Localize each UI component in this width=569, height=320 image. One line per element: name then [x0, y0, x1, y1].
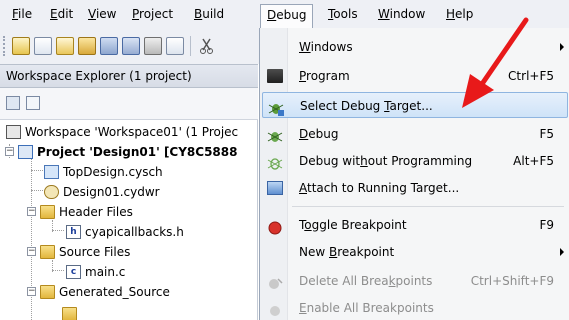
expand-project-toggle[interactable]: −: [5, 147, 14, 156]
print-icon[interactable]: [144, 37, 162, 55]
folder-icon: [62, 306, 77, 320]
workspace-explorer-title: Workspace Explorer (1 project): [0, 64, 258, 88]
collapse-icon[interactable]: [26, 96, 40, 110]
toolbar-grip[interactable]: [3, 36, 6, 56]
tree-source-files[interactable]: Source Files: [40, 242, 130, 262]
menu-debug[interactable]: Debug: [260, 4, 314, 29]
menu-item-debug[interactable]: Debug F5: [262, 121, 568, 147]
bug-outline-icon: [267, 154, 283, 170]
submenu-arrow-icon: [560, 248, 564, 256]
workspace-explorer-toolbar: [0, 88, 258, 120]
design-wide-resources-icon: [44, 184, 59, 199]
menu-bar: File Edit View Project Build Debug Tools…: [0, 0, 569, 29]
program-chip-icon: [267, 69, 283, 83]
cut-icon[interactable]: [198, 37, 216, 55]
menu-edit[interactable]: Edit: [44, 4, 79, 26]
debug-target-icon: [268, 99, 284, 116]
menu-view[interactable]: View: [82, 4, 122, 26]
open-icon[interactable]: [56, 37, 74, 55]
enable-breakpoints-icon: [267, 301, 283, 316]
tree-topdesign[interactable]: TopDesign.cysch: [44, 162, 163, 182]
submenu-arrow-icon: [560, 43, 564, 51]
menu-item-toggle-breakpoint[interactable]: Toggle Breakpoint F9: [262, 212, 568, 238]
workspace-tree: Workspace 'Workspace01' (1 Projec − Proj…: [0, 120, 258, 320]
menu-separator: [292, 206, 564, 207]
folder-icon: [40, 284, 55, 299]
header-file-icon: h: [66, 224, 81, 239]
tree-main-c[interactable]: c main.c: [66, 262, 125, 282]
new-project-icon[interactable]: [12, 37, 30, 55]
print-preview-icon[interactable]: [166, 37, 184, 55]
bug-icon: [267, 127, 283, 142]
breakpoint-icon: [267, 218, 283, 235]
menu-window[interactable]: Window: [372, 4, 431, 26]
c-file-icon: c: [66, 264, 81, 279]
menu-tools[interactable]: Tools: [322, 4, 364, 26]
menu-item-windows[interactable]: Windows: [262, 34, 568, 60]
menu-item-attach-to-running-target[interactable]: Attach to Running Target...: [262, 175, 568, 201]
menu-item-delete-all-breakpoints: Delete All Breakpoints Ctrl+Shift+F9: [262, 268, 568, 294]
expand-header-files-toggle[interactable]: −: [27, 207, 36, 216]
schematic-icon: [44, 164, 59, 179]
open-folder-icon[interactable]: [78, 37, 96, 55]
expand-generated-source-toggle[interactable]: −: [27, 287, 36, 296]
delete-breakpoints-icon: [267, 274, 283, 289]
new-file-icon[interactable]: [34, 37, 52, 55]
folder-icon: [40, 204, 55, 219]
project-icon: [18, 144, 33, 159]
properties-icon[interactable]: [6, 96, 20, 110]
expand-source-files-toggle[interactable]: −: [27, 247, 36, 256]
menu-build[interactable]: Build: [188, 4, 230, 26]
folder-icon: [40, 244, 55, 259]
menu-item-enable-all-breakpoints: Enable All Breakpoints: [262, 295, 568, 320]
tree-project[interactable]: Project 'Design01' [CY8C5888: [18, 142, 237, 162]
debug-menu: Windows Program Ctrl+F5 Select Debug Tar…: [259, 28, 569, 320]
menu-item-debug-without-programming[interactable]: Debug without Programming Alt+F5: [262, 148, 568, 174]
save-icon[interactable]: [100, 37, 118, 55]
tree-header-files[interactable]: Header Files: [40, 202, 133, 222]
attach-icon: [267, 181, 283, 195]
tree-cyapicallbacks[interactable]: h cyapicallbacks.h: [66, 222, 184, 242]
toolbar: [0, 28, 260, 64]
tree-generated-subfolder[interactable]: [62, 304, 81, 320]
menu-item-select-debug-target[interactable]: Select Debug Target...: [262, 92, 568, 118]
tree-generated-source[interactable]: Generated_Source: [40, 282, 170, 302]
menu-item-program[interactable]: Program Ctrl+F5: [262, 63, 568, 89]
tree-design01[interactable]: Design01.cydwr: [44, 182, 160, 202]
menu-help[interactable]: Help: [440, 4, 479, 26]
toolbar-separator: [190, 36, 191, 56]
save-all-icon[interactable]: [122, 37, 140, 55]
tree-workspace[interactable]: Workspace 'Workspace01' (1 Projec: [6, 122, 238, 142]
workspace-icon: [6, 124, 21, 139]
menu-file[interactable]: File: [6, 4, 38, 26]
menu-item-new-breakpoint[interactable]: New Breakpoint: [262, 239, 568, 265]
menu-project[interactable]: Project: [126, 4, 179, 26]
